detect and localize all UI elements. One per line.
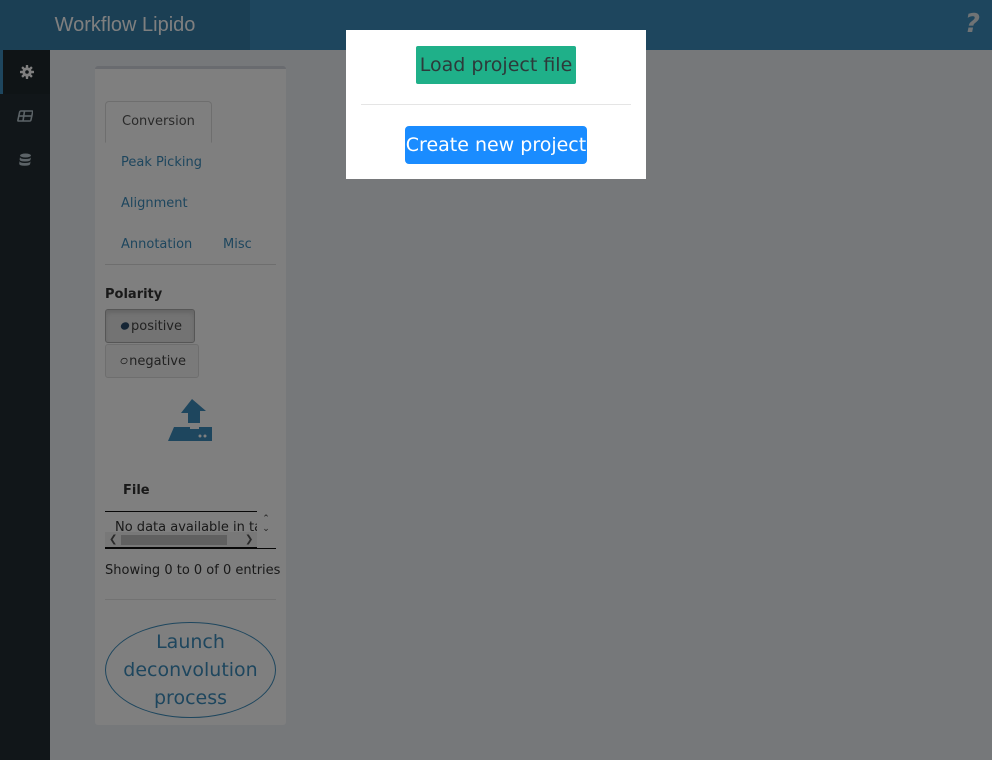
create-project-button[interactable]: Create new project [405, 126, 587, 164]
project-modal: Load project file Create new project [346, 30, 646, 179]
load-project-button[interactable]: Load project file [416, 46, 576, 84]
modal-divider [361, 104, 631, 105]
